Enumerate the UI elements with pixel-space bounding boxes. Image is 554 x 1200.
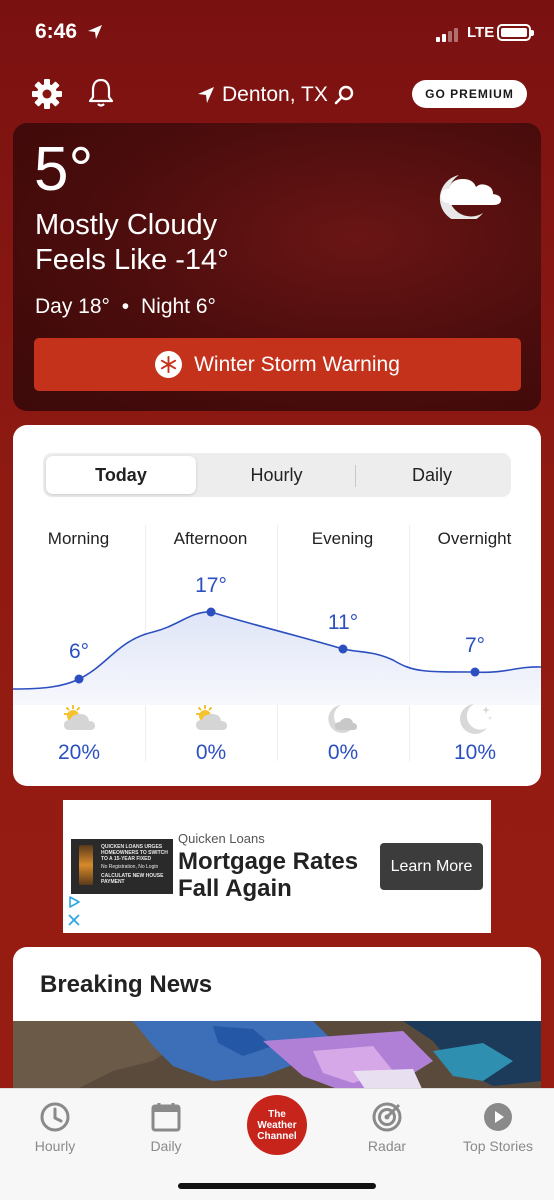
ad-headline: Mortgage Rates Fall Again [178, 848, 359, 902]
tab-daily-nav[interactable]: Daily [121, 1101, 211, 1154]
adchoices-icon[interactable] [67, 895, 81, 909]
current-conditions-card[interactable]: 5° Mostly Cloudy Feels Like -14° Day 18°… [13, 123, 541, 411]
temperature-point-afternoon [206, 607, 216, 617]
home-indicator[interactable] [178, 1183, 376, 1189]
feels-like: Feels Like -14° [35, 244, 229, 276]
go-premium-button[interactable]: GO PREMIUM [412, 80, 527, 108]
tab-radar-nav[interactable]: Radar [342, 1101, 432, 1154]
close-icon[interactable] [67, 913, 81, 927]
cloud-moon-icon [439, 175, 501, 219]
temp-morning: 6° [68, 640, 90, 663]
tab-top-stories-label: Top Stories [462, 1138, 534, 1154]
status-time: 6:46 [35, 20, 78, 43]
tab-top-stories-nav[interactable]: Top Stories [453, 1101, 543, 1154]
lamp-image [79, 845, 93, 885]
temp-overnight: 7° [464, 634, 486, 657]
ad-brand: Quicken Loans [178, 831, 265, 846]
location-arrow-icon [88, 25, 102, 39]
tab-radar-label: Radar [367, 1138, 407, 1154]
partly-sunny-icon [64, 705, 95, 730]
tab-hourly-label: Hourly [34, 1138, 76, 1154]
bell-icon[interactable] [86, 77, 116, 109]
warning-label: Winter Storm Warning [194, 352, 400, 376]
play-icon [484, 1103, 512, 1131]
battery-icon [497, 24, 534, 41]
breaking-news-title: Breaking News [40, 971, 213, 998]
temperature-point-overnight [470, 667, 480, 677]
temp-afternoon: 17° [195, 574, 227, 597]
precip-morning: 20% [57, 741, 101, 764]
clock-icon [40, 1102, 70, 1132]
current-condition: Mostly Cloudy [35, 209, 218, 241]
learn-more-button[interactable]: Learn More [380, 843, 483, 890]
breaking-news-card[interactable]: Breaking News [13, 947, 541, 1107]
ad-thumbnail-text: QUICKEN LOANS URGES HOMEOWNERS TO SWITCH… [101, 844, 168, 885]
network-type: LTE [467, 24, 495, 41]
winter-storm-warning-button[interactable]: Winter Storm Warning [34, 338, 521, 391]
night-temp: Night 6° [140, 295, 216, 318]
clear-night-icon [460, 704, 492, 734]
temp-evening: 11° [327, 611, 359, 634]
cloudy-moon-icon [328, 705, 357, 733]
separator-dot: • [121, 295, 130, 318]
location-selector[interactable]: Denton, TX [196, 80, 354, 110]
ad-banner[interactable]: QUICKEN LOANS URGES HOMEOWNERS TO SWITCH… [63, 800, 491, 933]
current-temperature: 5° [34, 135, 94, 204]
location-name: Denton, TX [222, 83, 328, 106]
tab-hourly-nav[interactable]: Hourly [10, 1101, 100, 1154]
status-bar: 6:46 LTE [0, 0, 554, 66]
precip-evening: 0% [327, 741, 359, 764]
partly-sunny-icon [196, 705, 227, 730]
day-night-temps: Day 18° • Night 6° [35, 295, 216, 319]
temperature-point-morning [74, 674, 84, 684]
snowflake-icon [155, 351, 183, 378]
gear-icon[interactable] [31, 78, 63, 110]
weather-channel-logo-button[interactable]: The Weather Channel [247, 1095, 307, 1155]
ad-thumbnail: QUICKEN LOANS URGES HOMEOWNERS TO SWITCH… [71, 839, 173, 894]
forecast-card: Today Hourly Daily Morning Afternoon Eve… [13, 425, 541, 786]
signal-icon [436, 26, 462, 42]
precip-overnight: 10% [453, 741, 497, 764]
calendar-icon [151, 1103, 181, 1132]
day-temp: Day 18° [35, 295, 110, 318]
precip-afternoon: 0% [195, 741, 227, 764]
location-arrow-icon [198, 87, 214, 103]
search-icon[interactable] [334, 85, 354, 105]
app-header: Denton, TX GO PREMIUM [0, 70, 554, 120]
tab-daily-label: Daily [150, 1138, 182, 1154]
temperature-point-evening [338, 644, 348, 654]
radar-icon [372, 1102, 402, 1132]
